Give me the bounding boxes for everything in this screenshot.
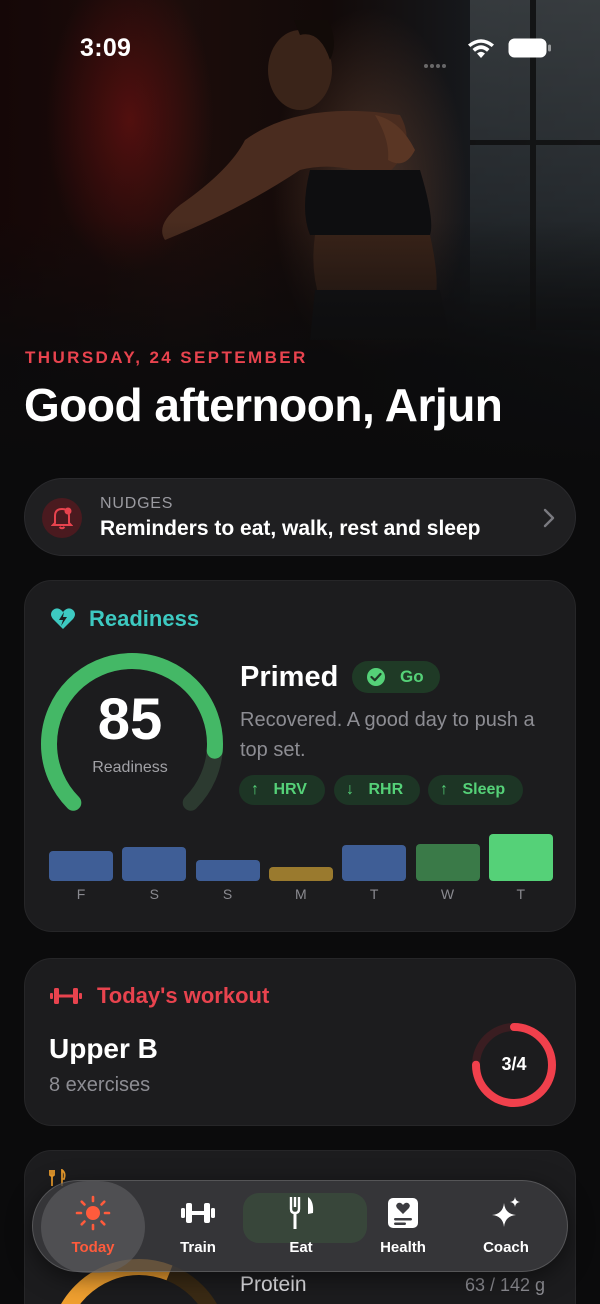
metric-rhr-label: RHR — [368, 781, 404, 798]
chevron-right-icon — [543, 508, 555, 528]
readiness-day-label: T — [369, 886, 379, 902]
readiness-day-label: S — [222, 886, 233, 902]
metric-sleep: ↑ Sleep — [428, 775, 523, 805]
dumbbell-icon — [50, 988, 82, 1004]
workout-name: Upper B — [49, 1033, 158, 1064]
metric-rhr: ↓ RHR — [334, 775, 420, 805]
arrow-up-icon: ↑ — [440, 781, 448, 798]
arrow-up-icon: ↑ — [251, 781, 259, 798]
metric-hrv-label: HRV — [273, 781, 307, 798]
tab-train[interactable]: Train — [146, 1181, 250, 1273]
tab-bar: Today Train Eat Health Coach — [32, 1180, 568, 1273]
nudges-banner[interactable]: NUDGES Reminders to eat, walk, rest and … — [24, 478, 576, 556]
bell-icon — [42, 498, 82, 538]
date-label: THURSDAY, 24 SEPTEMBER — [25, 348, 308, 367]
readiness-description: Recovered. A good day to push a top set. — [240, 709, 535, 761]
tab-coach[interactable]: Coach — [454, 1181, 558, 1273]
readiness-score-label: Readiness — [92, 759, 168, 776]
readiness-day-label: S — [149, 886, 159, 902]
metric-hrv: ↑ HRV — [239, 775, 325, 805]
readiness-day-bar — [195, 860, 260, 881]
tab-eat[interactable]: Eat — [249, 1181, 353, 1273]
wifi-icon — [468, 39, 494, 58]
tab-coach-label: Coach — [483, 1239, 529, 1256]
status-bar: 3:09 — [0, 0, 600, 96]
heart-bolt-icon — [51, 608, 75, 629]
readiness-status: Primed — [240, 661, 339, 693]
readiness-title: Readiness — [89, 606, 200, 631]
readiness-day-bar — [488, 834, 553, 881]
health-card-icon — [388, 1198, 418, 1228]
workout-progress-label: 3/4 — [501, 1054, 527, 1074]
workout-card[interactable]: Today's workout Upper B 8 exercises 3/4 — [24, 958, 576, 1126]
readiness-day-label: M — [295, 886, 307, 902]
tab-health-label: Health — [380, 1239, 426, 1256]
metric-sleep-label: Sleep — [462, 781, 506, 798]
go-badge-label: Go — [400, 667, 424, 686]
readiness-day-bar — [122, 847, 187, 881]
status-time: 3:09 — [80, 34, 132, 62]
check-circle-icon — [367, 668, 385, 686]
fork-knife-icon — [289, 1197, 314, 1229]
arrow-down-icon: ↓ — [346, 781, 354, 798]
readiness-day-bar — [415, 844, 480, 881]
battery-icon — [508, 38, 551, 58]
tab-eat-label: Eat — [289, 1239, 313, 1256]
hero-fade — [0, 220, 600, 470]
sun-icon — [75, 1195, 111, 1231]
protein-label: Protein — [240, 1273, 307, 1296]
go-badge: Go — [352, 661, 440, 693]
tab-today[interactable]: Today — [41, 1181, 145, 1273]
readiness-day-bar — [342, 845, 407, 881]
tab-today-label: Today — [71, 1239, 115, 1256]
nudges-eyebrow: NUDGES — [100, 495, 174, 512]
dumbbell-icon — [181, 1203, 215, 1223]
readiness-score: 85 — [97, 687, 163, 752]
tab-train-label: Train — [180, 1239, 216, 1256]
readiness-day-label: W — [440, 886, 455, 902]
sparkles-icon — [492, 1197, 520, 1227]
protein-value: 63 / 142 g — [465, 1275, 546, 1295]
dynamic-island-dots — [424, 55, 454, 68]
tab-health[interactable]: Health — [351, 1181, 455, 1273]
workout-section-title: Today's workout — [97, 983, 270, 1008]
nudges-text: Reminders to eat, walk, rest and sleep — [100, 517, 481, 540]
readiness-day-label: F — [76, 886, 86, 902]
readiness-card[interactable]: Readiness 85 Readiness Primed Go Recover… — [24, 580, 576, 932]
workout-subtitle: 8 exercises — [49, 1074, 151, 1096]
readiness-day-bar — [268, 867, 333, 881]
readiness-day-label: T — [516, 886, 526, 902]
greeting-title: Good afternoon, Arjun — [24, 379, 503, 431]
readiness-day-bar — [49, 851, 113, 881]
